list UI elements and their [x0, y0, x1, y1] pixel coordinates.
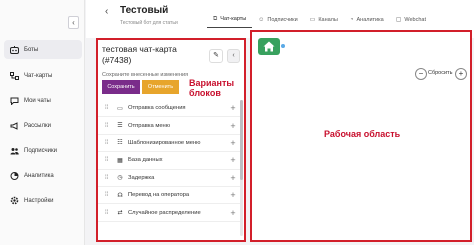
operator-icon: ☊ — [117, 192, 123, 199]
block-label: Задержка — [128, 174, 155, 181]
list-item[interactable]: ⁞⁞ ☊ Перевод на оператора + — [98, 187, 240, 205]
list-item[interactable]: ⁞⁞ ◷ Задержка + — [98, 170, 240, 187]
cancel-button[interactable]: Отменить — [142, 80, 179, 94]
analytics-icon: ◔ — [349, 16, 354, 23]
tab-chat-maps[interactable]: ⧉ Чат-карты — [207, 11, 253, 28]
workspace-canvas[interactable]: − Сбросить + Рабочая область — [250, 30, 472, 242]
menu-icon: ☰ — [117, 123, 123, 130]
users-icon — [9, 147, 19, 155]
tab-bar: ⧉ Чат-карты ☺ Подписчики ▭ Каналы ◔ Анал… — [207, 11, 432, 28]
chat-map-title: тестовая чат-карта (#7438) — [102, 44, 177, 65]
home-icon[interactable] — [258, 38, 280, 55]
block-label: Случайное распределение — [128, 209, 201, 216]
panel-scrollbar[interactable] — [240, 100, 243, 236]
sidebar-item-settings[interactable]: Настройки — [4, 191, 82, 210]
block-list: ⁞⁞ ▭ Отправка сообщения + ⁞⁞ ☰ Отправка … — [98, 100, 240, 222]
zoom-in-button[interactable]: + — [455, 68, 467, 80]
plus-icon[interactable]: + — [226, 138, 240, 148]
page-subtitle: Тестовый бот для статьи — [120, 20, 178, 26]
clock-icon: ◷ — [117, 175, 123, 182]
save-button[interactable]: Сохранить — [102, 80, 140, 94]
chevron-left-icon[interactable]: ‹ — [68, 16, 79, 29]
list-item[interactable]: ⁞⁞ ☰ Отправка меню + — [98, 117, 240, 135]
list-item[interactable]: ⁞⁞ ▦ База данных + — [98, 152, 240, 170]
pencil-icon[interactable]: ✎ — [209, 49, 223, 63]
sidebar: ‹ Боты Чат-карты Мои чаты Рассылки Подпи… — [0, 0, 85, 245]
message-icon: ▭ — [117, 105, 123, 112]
plus-icon[interactable]: + — [226, 208, 240, 218]
flow-icon: ⧉ — [213, 15, 218, 22]
page-title: Тестовый — [120, 5, 169, 16]
drag-handle-icon[interactable]: ⁞⁞ — [105, 157, 115, 163]
sidebar-item-label: Подписчики — [24, 147, 58, 154]
random-icon: ⇄ — [117, 210, 123, 217]
block-label: Перевод на оператора — [128, 192, 190, 199]
sidebar-item-my-chats[interactable]: Мои чаты — [4, 91, 82, 110]
tab-label: Аналитика — [356, 16, 384, 23]
list-item[interactable]: ⁞⁞ ☷ Шаблонизированное меню + — [98, 135, 240, 153]
back-arrow-icon[interactable]: ‹ — [105, 6, 108, 17]
block-label: Отправка меню — [128, 122, 171, 129]
tab-label: Подписчики — [267, 16, 298, 23]
sidebar-item-label: Боты — [24, 46, 39, 53]
flow-icon — [9, 71, 19, 80]
drag-handle-icon[interactable]: ⁞⁞ — [105, 175, 115, 181]
drag-handle-icon[interactable]: ⁞⁞ — [105, 192, 115, 198]
bot-icon — [9, 45, 19, 54]
drag-handle-icon[interactable]: ⁞⁞ — [105, 210, 115, 216]
drag-handle-icon[interactable]: ⁞⁞ — [105, 105, 115, 111]
plus-icon[interactable]: + — [226, 121, 240, 131]
users-icon: ☺ — [258, 16, 265, 23]
sidebar-item-chat-maps[interactable]: Чат-карты — [4, 66, 82, 85]
analytics-icon — [9, 171, 19, 180]
database-icon: ▦ — [117, 157, 123, 164]
sidebar-item-label: Чат-карты — [24, 72, 53, 79]
block-variants-annotation: Варианты блоков — [189, 78, 234, 98]
gear-icon — [9, 196, 19, 205]
sidebar-item-subscribers[interactable]: Подписчики — [4, 141, 82, 160]
block-label: Шаблонизированное меню — [128, 139, 201, 146]
block-label: Отправка сообщения — [128, 105, 186, 112]
drag-handle-icon[interactable]: ⁞⁞ — [105, 123, 115, 129]
collapse-panel-icon[interactable]: ‹ — [227, 49, 240, 63]
sidebar-item-label: Настройки — [24, 197, 54, 204]
annotation-line: Варианты — [189, 78, 235, 88]
zoom-out-button[interactable]: − — [415, 68, 427, 80]
plus-icon[interactable]: + — [226, 155, 240, 165]
drag-handle-icon[interactable]: ⁞⁞ — [105, 140, 115, 146]
plus-icon[interactable]: + — [226, 103, 240, 113]
sidebar-item-bots[interactable]: Боты — [4, 40, 82, 59]
sidebar-item-label: Мои чаты — [24, 97, 51, 104]
sidebar-item-broadcasts[interactable]: Рассылки — [4, 116, 82, 135]
block-label: База данных — [128, 157, 163, 164]
tab-webchat[interactable]: ▢ Webchat — [390, 11, 432, 28]
tab-label: Чат-карты — [220, 16, 247, 22]
plus-icon[interactable]: + — [226, 173, 240, 183]
chat-icon — [9, 97, 19, 105]
tab-channels[interactable]: ▭ Каналы — [304, 11, 344, 28]
list-item[interactable]: ⁞⁞ ▭ Отправка сообщения + — [98, 100, 240, 118]
tab-analytics[interactable]: ◔ Аналитика — [344, 11, 390, 28]
workspace-annotation: Рабочая область — [324, 129, 401, 139]
broadcast-icon — [9, 121, 19, 130]
plus-icon[interactable]: + — [226, 190, 240, 200]
scrollbar-thumb[interactable] — [240, 100, 243, 180]
sidebar-item-label: Аналитика — [24, 172, 54, 179]
template-menu-icon: ☷ — [117, 140, 123, 147]
list-item[interactable]: ⁞⁞ ⇄ Случайное распределение + — [98, 204, 240, 222]
tab-subscribers[interactable]: ☺ Подписчики — [252, 11, 303, 28]
sidebar-item-label: Рассылки — [24, 122, 51, 129]
annotation-line: блоков — [189, 88, 221, 98]
zoom-reset-button[interactable]: Сбросить — [428, 70, 452, 76]
tab-label: Каналы — [318, 16, 338, 23]
connector-dot[interactable] — [281, 44, 285, 48]
app-root: ‹ Боты Чат-карты Мои чаты Рассылки Подпи… — [0, 0, 474, 245]
sidebar-item-analytics[interactable]: Аналитика — [4, 166, 82, 185]
channels-icon: ▭ — [309, 17, 316, 23]
webchat-icon: ▢ — [395, 17, 402, 23]
tab-label: Webchat — [404, 16, 426, 23]
save-hint: Сохраните внесенные изменения — [102, 72, 189, 78]
blocks-panel: тестовая чат-карта (#7438) ✎ ‹ Сохраните… — [96, 38, 246, 242]
